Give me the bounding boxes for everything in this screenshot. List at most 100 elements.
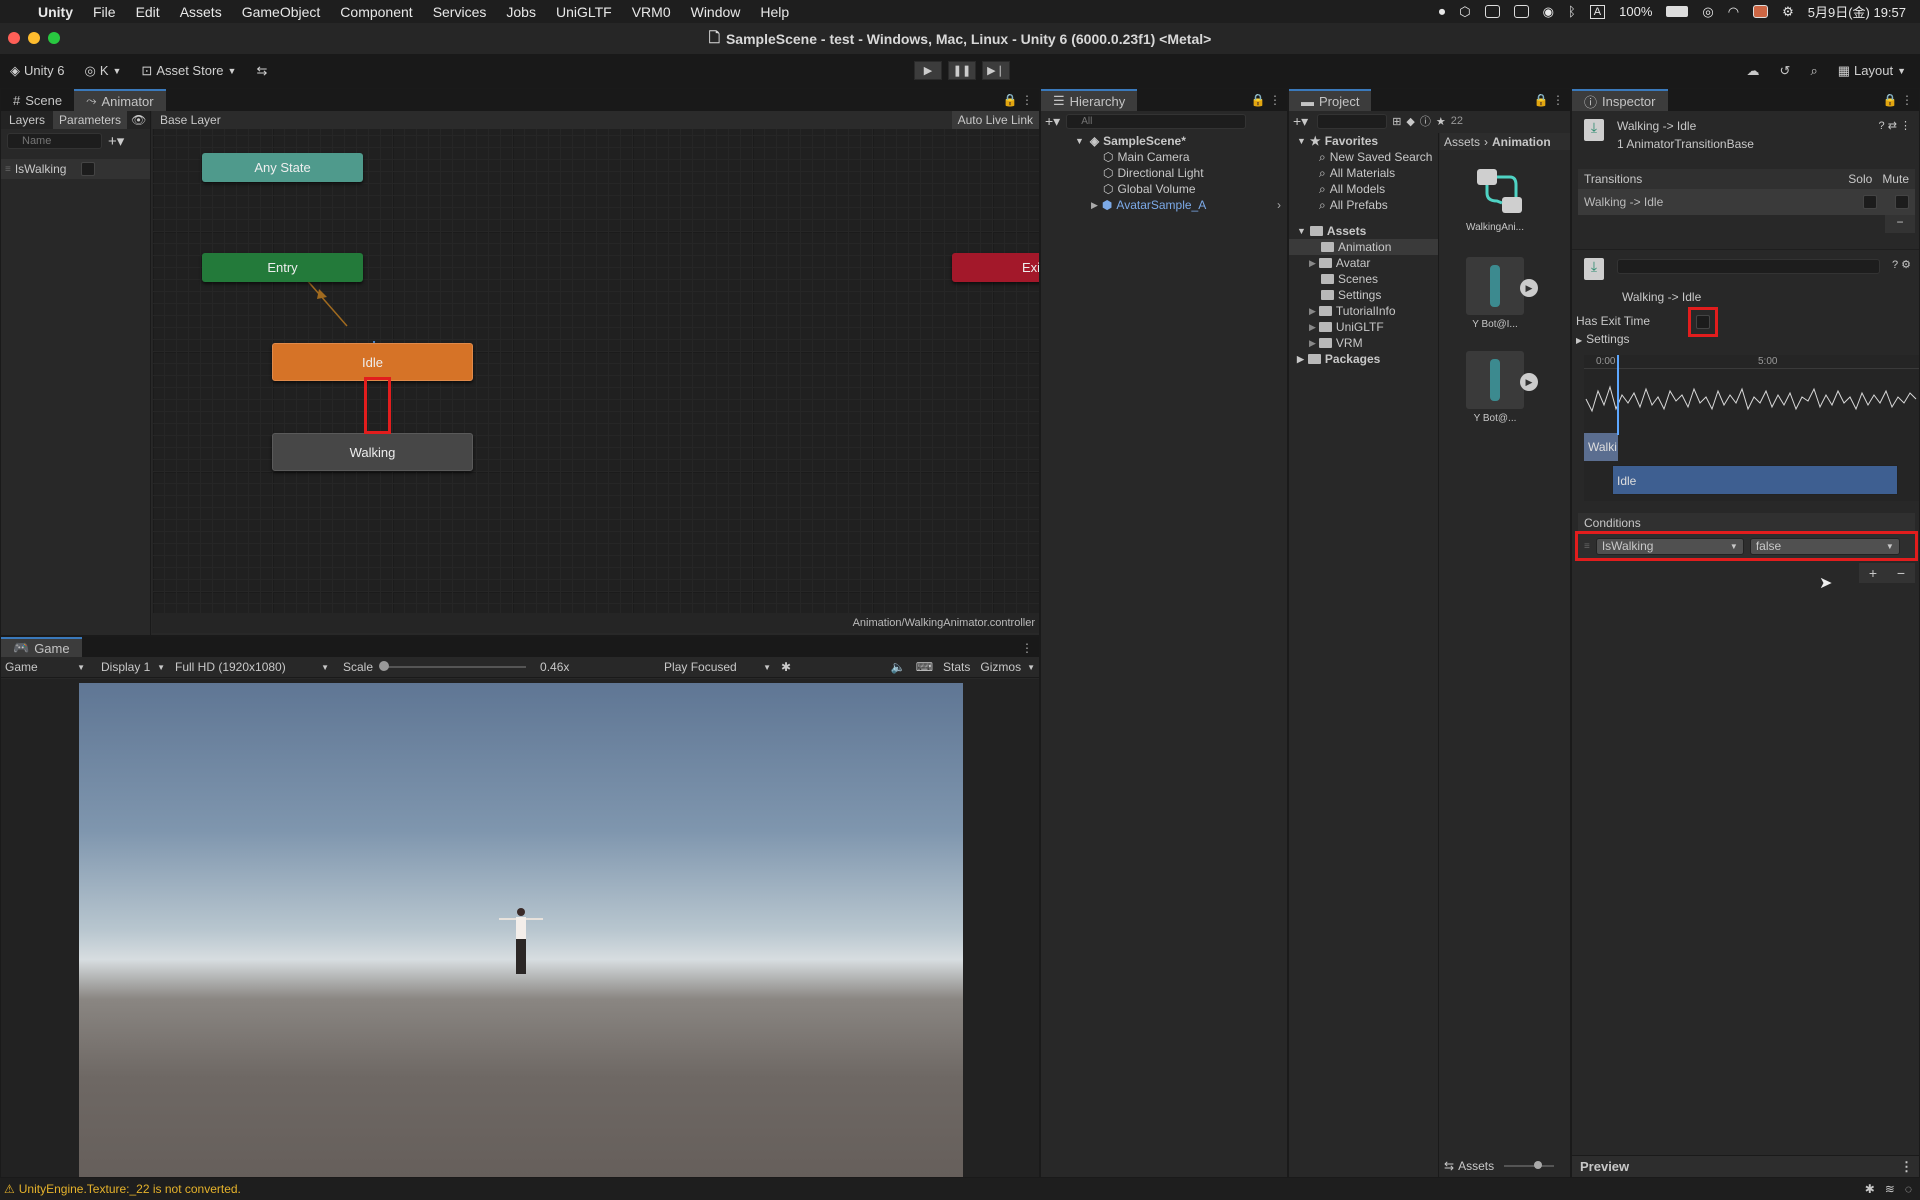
play-preview-icon[interactable]: ▶ [1520, 373, 1538, 391]
timeline-clip-to[interactable]: Idle [1612, 465, 1898, 495]
hierarchy-item-global-volume[interactable]: ⬡ Global Volume [1041, 181, 1287, 197]
asset-store-dropdown[interactable]: ⊡ Asset Store ▼ [131, 63, 246, 79]
state-exit[interactable]: Exit [952, 253, 1039, 282]
battery-icon[interactable] [1666, 6, 1689, 17]
menu-assets[interactable]: Assets [170, 4, 232, 20]
create-button[interactable]: +▾ [1045, 113, 1060, 130]
tab-parameters[interactable]: Parameters [53, 111, 128, 129]
favorite-icon[interactable]: ★ [1436, 115, 1446, 128]
scale-slider[interactable] [379, 661, 527, 671]
game-viewport[interactable] [79, 683, 963, 1177]
asset-ybot-walk[interactable]: ▶ Y Bot@... [1460, 351, 1538, 431]
tab-inspector[interactable]: ⓘ Inspector [1572, 89, 1668, 111]
transition-timeline[interactable]: 0:00 5:00 Walki Idle [1584, 355, 1919, 501]
icon-size-slider[interactable] [1504, 1161, 1555, 1169]
filter-log-icon[interactable]: ⓘ [1420, 113, 1431, 129]
account-dropdown[interactable]: ◎ K ▼ [74, 63, 131, 79]
expand-arrow-icon[interactable]: ▶ [1297, 354, 1304, 365]
bug-icon[interactable]: ✱ [781, 660, 791, 674]
timeline-clip-from[interactable]: Walki [1584, 433, 1618, 461]
hierarchy-menu-icon[interactable]: 🔒 ⋮ [1251, 93, 1281, 107]
state-any-state[interactable]: Any State [202, 153, 363, 182]
expand-arrow-icon[interactable]: ▼ [1297, 226, 1306, 236]
preview-bar[interactable]: Preview ⋮ [1572, 1155, 1919, 1177]
timeline-playhead[interactable] [1617, 355, 1619, 435]
hierarchy-search-input[interactable] [1066, 113, 1247, 129]
project-menu-icon[interactable]: 🔒 ⋮ [1534, 93, 1564, 107]
transition-name-field[interactable] [1617, 259, 1880, 274]
resolution-dropdown[interactable]: Full HD (1920x1080) ▼ [171, 660, 333, 674]
zoom-window-button[interactable] [48, 32, 60, 44]
wifi-icon[interactable]: ◠ [1728, 4, 1739, 20]
parameter-value-checkbox[interactable] [80, 162, 95, 176]
solo-checkbox[interactable] [1863, 195, 1877, 209]
folder-settings[interactable]: Settings [1289, 287, 1438, 303]
hierarchy-item-directional-light[interactable]: ⬡ Directional Light [1041, 165, 1287, 181]
game-mode-dropdown[interactable]: Game ▼ [1, 660, 89, 674]
animator-graph[interactable]: Base Layer Auto Live Link Any State Entr… [152, 111, 1039, 613]
parameter-row-iswalking[interactable]: ≡ IsWalking [1, 159, 150, 179]
filter-type-icon[interactable]: ⊞ [1392, 115, 1401, 128]
cloud-icon[interactable]: ☁ [1747, 63, 1760, 79]
unity-status-icon[interactable]: ⬡ [1459, 4, 1470, 20]
status-message[interactable]: UnityEngine.Texture:_22 is not converted… [19, 1182, 241, 1196]
record-icon[interactable]: ⏺ [1439, 4, 1446, 20]
unity-version-button[interactable]: ◈ Unity 6 [0, 63, 74, 79]
keyboard-icon[interactable]: ⌨ [916, 660, 933, 674]
menu-jobs[interactable]: Jobs [496, 4, 546, 20]
folder-unigltf[interactable]: ▶ UniGLTF [1289, 319, 1438, 335]
gizmos-dropdown[interactable]: Gizmos ▼ [980, 660, 1035, 674]
debug-icon[interactable]: ✱ [1865, 1182, 1875, 1196]
chevron-right-icon[interactable]: › [1277, 198, 1287, 212]
tab-scene[interactable]: # Scene [1, 89, 74, 111]
settings-icons[interactable]: ? ⚙ [1892, 258, 1911, 271]
menu-vrm0[interactable]: VRM0 [622, 4, 681, 20]
stats-button[interactable]: Stats [943, 660, 970, 674]
breadcrumb-animation[interactable]: Animation [1492, 135, 1551, 149]
remove-transition-button[interactable]: − [1885, 215, 1915, 233]
inspector-menu-icon[interactable]: 🔒 ⋮ [1883, 93, 1913, 107]
audio-mute-icon[interactable]: 🔈 [891, 660, 906, 674]
remove-condition-button[interactable]: − [1897, 565, 1905, 581]
add-condition-button[interactable]: + [1869, 565, 1877, 581]
layers-icon[interactable]: ≋ [1885, 1182, 1895, 1196]
favorites-row[interactable]: ▼ ★ Favorites [1289, 133, 1438, 149]
menu-gameobject[interactable]: GameObject [232, 4, 331, 20]
header-icons[interactable]: ? ⇄ ⋮ [1879, 119, 1911, 132]
menu-uniglft[interactable]: UniGLTF [546, 4, 622, 20]
clock[interactable]: 5月9日(金) 19:57 [1808, 2, 1906, 21]
asset-ybot-idle[interactable]: ▶ Y Bot@I... [1460, 257, 1538, 337]
expand-arrow-icon[interactable]: ▶ [1309, 338, 1316, 349]
version-control-icon[interactable]: ⇆ [246, 63, 277, 79]
hierarchy-scene-row[interactable]: ▼ ◈ SampleScene* [1041, 133, 1287, 149]
folder-vrm[interactable]: ▶ VRM [1289, 335, 1438, 351]
parameters-search-input[interactable] [7, 133, 102, 149]
state-walking[interactable]: Walking [272, 433, 473, 471]
project-search-input[interactable] [1317, 113, 1388, 129]
close-window-button[interactable] [8, 32, 20, 44]
tab-game[interactable]: 🎮 Game [1, 637, 82, 657]
folder-tutorialinfo[interactable]: ▶ TutorialInfo [1289, 303, 1438, 319]
add-parameter-button[interactable]: +▾ [108, 132, 124, 150]
pause-button[interactable]: ❚❚ [948, 61, 976, 80]
display-dropdown[interactable]: Display 1 ▼ [95, 660, 171, 674]
bluetooth-icon[interactable]: ᛒ [1568, 4, 1576, 19]
filter-label-icon[interactable]: ◆ [1406, 115, 1414, 128]
tab-animator[interactable]: ⤳ Animator [74, 89, 166, 111]
tab-layers[interactable]: Layers [1, 113, 53, 127]
breadcrumb-assets[interactable]: Assets [1444, 135, 1480, 149]
search-icon[interactable]: ⌕ [1810, 63, 1817, 79]
menu-file[interactable]: File [83, 4, 126, 20]
packages-root-row[interactable]: ▶ Packages [1289, 351, 1438, 367]
preview-menu-icon[interactable]: ⋮ [1900, 1159, 1919, 1175]
folder-animation[interactable]: Animation [1289, 239, 1438, 255]
folder-avatar[interactable]: ▶ Avatar [1289, 255, 1438, 271]
tab-project[interactable]: ▬ Project [1289, 89, 1372, 111]
display-icon[interactable] [1753, 5, 1769, 18]
menu-edit[interactable]: Edit [126, 4, 170, 20]
control-center-icon[interactable]: ⚙ [1782, 4, 1794, 20]
favorite-new-saved-search[interactable]: ⌕ New Saved Search [1289, 149, 1438, 165]
transition-row[interactable]: Walking -> Idle [1578, 189, 1915, 215]
mute-checkbox[interactable] [1895, 195, 1909, 209]
menu-help[interactable]: Help [750, 4, 799, 20]
